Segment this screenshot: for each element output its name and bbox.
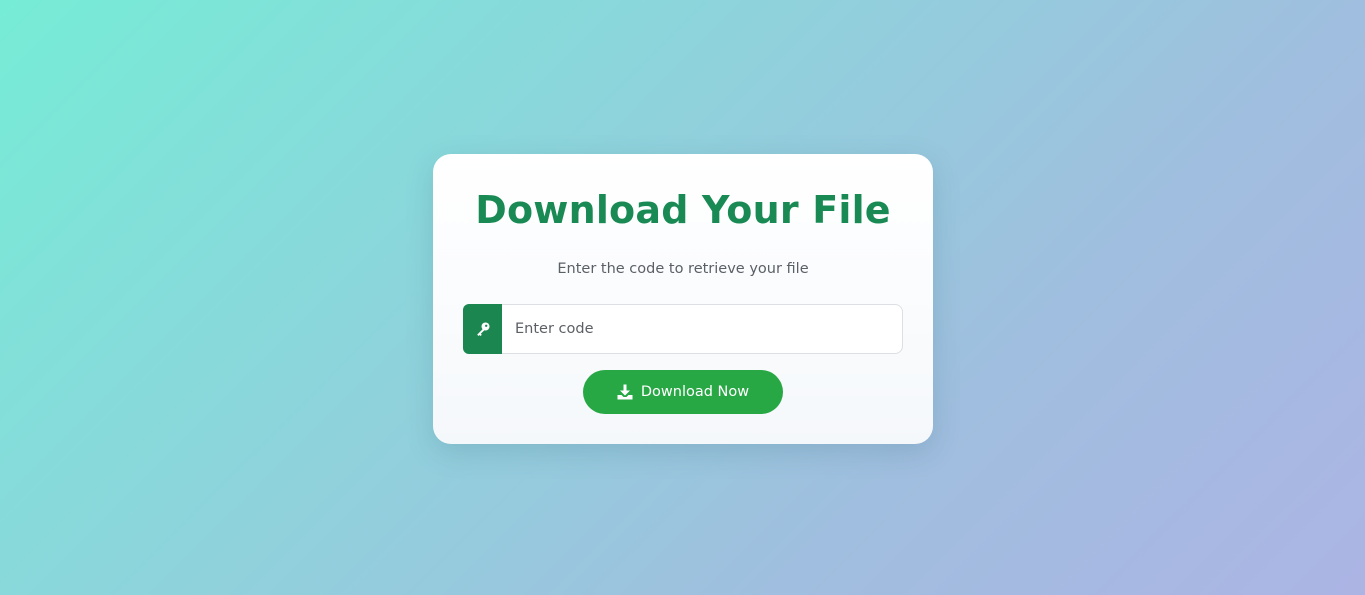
code-input[interactable] xyxy=(502,304,903,354)
download-icon xyxy=(617,384,633,400)
code-input-group xyxy=(463,304,903,354)
download-button[interactable]: Download Now xyxy=(583,370,783,414)
download-button-label: Download Now xyxy=(640,384,750,400)
page-title: Download Your File xyxy=(475,188,891,232)
key-icon xyxy=(463,304,502,354)
subtitle: Enter the code to retrieve your file xyxy=(557,261,809,277)
download-card: Download Your File Enter the code to ret… xyxy=(433,154,933,444)
